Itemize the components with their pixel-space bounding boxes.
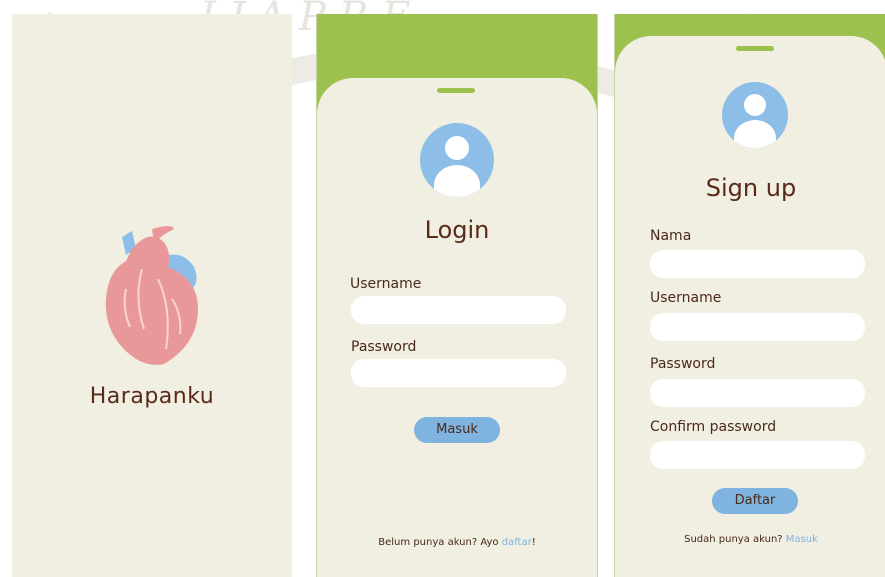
login-prompt: Sudah punya akun? Masuk xyxy=(615,534,885,545)
signup-prompt-suffix: ! xyxy=(531,537,536,548)
page-title: Login xyxy=(424,216,490,244)
login-sheet: Login Username Password Masuk Belum puny… xyxy=(317,78,597,577)
drag-handle[interactable] xyxy=(736,46,774,51)
user-avatar-icon xyxy=(420,123,494,197)
splash-screen: Harapanku xyxy=(12,14,292,577)
app-name: Harapanku xyxy=(89,384,215,409)
signup-link[interactable]: daftar xyxy=(502,537,532,548)
signup-prompt: Belum punya akun? Ayo daftar! xyxy=(317,537,597,548)
signup-prompt-text: Belum punya akun? Ayo xyxy=(378,537,502,548)
username-input[interactable] xyxy=(351,296,566,324)
signup-screen: Sign up Nama Username Password Confirm p… xyxy=(614,14,885,577)
login-button[interactable]: Masuk xyxy=(414,417,500,443)
user-avatar-icon xyxy=(722,82,788,148)
password-label: Password xyxy=(351,339,417,355)
anatomical-heart-icon xyxy=(105,226,198,365)
username-label: Username xyxy=(650,290,722,306)
confirm-password-input[interactable] xyxy=(650,441,865,469)
login-link[interactable]: Masuk xyxy=(786,534,818,545)
name-label: Nama xyxy=(650,228,692,244)
login-screen: Login Username Password Masuk Belum puny… xyxy=(316,14,598,577)
name-input[interactable] xyxy=(650,250,865,278)
password-input[interactable] xyxy=(351,359,566,387)
drag-handle[interactable] xyxy=(437,88,475,93)
password-label: Password xyxy=(650,356,716,372)
signup-button[interactable]: Daftar xyxy=(712,488,798,514)
password-input[interactable] xyxy=(650,379,865,407)
username-label: Username xyxy=(350,276,422,292)
username-input[interactable] xyxy=(650,313,865,341)
confirm-password-label: Confirm password xyxy=(650,419,777,435)
signup-sheet: Sign up Nama Username Password Confirm p… xyxy=(615,36,885,577)
login-prompt-text: Sudah punya akun? xyxy=(684,534,786,545)
page-title: Sign up xyxy=(705,174,797,202)
